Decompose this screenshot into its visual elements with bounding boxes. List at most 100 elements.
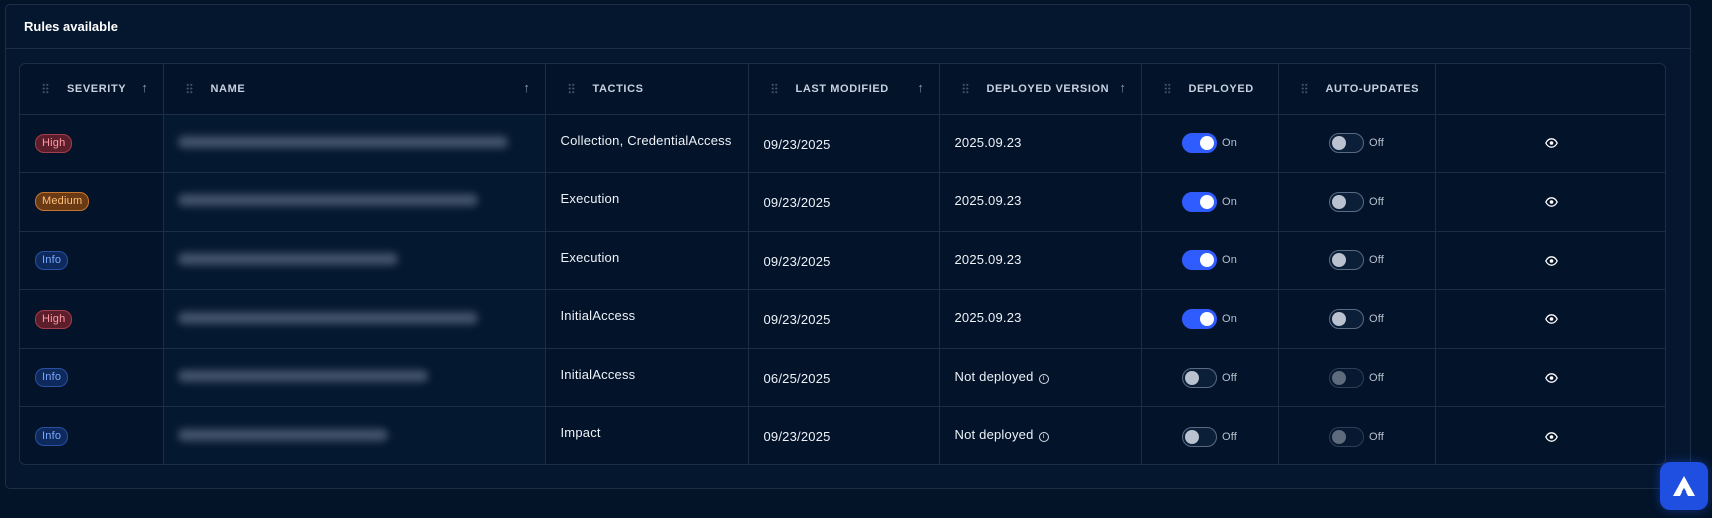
- redacted-rule-name[interactable]: [177, 370, 428, 383]
- table-row[interactable]: Medium Execution 09/23/2025 2025.09.23 O…: [20, 172, 1665, 232]
- sort-arrow-icon[interactable]: ↑: [1119, 80, 1126, 95]
- auto-updates-toggle[interactable]: [1328, 309, 1364, 330]
- deployed-version-cell: 2025.09.23: [939, 289, 1142, 349]
- auto-updates-toggle-label: Off: [1368, 371, 1385, 384]
- deployed-toggle-label: On: [1221, 313, 1238, 326]
- column-header-last-modified[interactable]: LAST MODIFIED ↑: [748, 64, 940, 115]
- toggle-knob: [1199, 194, 1214, 209]
- tactics-cell: InitialAccess: [545, 289, 749, 349]
- rules-table: SEVERITY ↑ NAME ↑ TACTICS LAST MODIFIED …: [19, 63, 1666, 465]
- deployed-cell: On: [1141, 231, 1279, 291]
- info-circle-icon[interactable]: i: [1038, 432, 1049, 443]
- severity-cell: Info: [20, 231, 164, 291]
- last-modified-cell: 09/23/2025: [748, 114, 940, 174]
- column-header-severity[interactable]: SEVERITY ↑: [20, 64, 164, 115]
- column-header-deployed-version[interactable]: DEPLOYED VERSION ↑: [939, 64, 1142, 115]
- toggle-knob: [1331, 253, 1346, 268]
- column-header-deployed[interactable]: DEPLOYED: [1141, 64, 1279, 115]
- column-label: SEVERITY: [67, 82, 127, 95]
- eye-icon[interactable]: [1544, 430, 1558, 445]
- table-row[interactable]: High InitialAccess 09/23/2025 2025.09.23…: [20, 289, 1665, 349]
- deployed-version-cell: 2025.09.23: [939, 172, 1142, 232]
- drag-handle-icon[interactable]: [961, 83, 969, 94]
- drag-handle-icon[interactable]: [1300, 83, 1308, 94]
- panel-header: Rules available: [6, 5, 1690, 49]
- name-cell[interactable]: [163, 172, 546, 232]
- toggle-knob: [1331, 429, 1346, 444]
- auto-updates-toggle-label: Off: [1368, 430, 1385, 443]
- table-row[interactable]: Info Impact 09/23/2025 Not deployed i Off…: [20, 406, 1665, 464]
- actions-cell: [1435, 348, 1665, 408]
- deployed-version-cell: 2025.09.23: [939, 231, 1142, 291]
- table-row[interactable]: Info Execution 09/23/2025 2025.09.23 On …: [20, 231, 1665, 291]
- name-cell[interactable]: [163, 348, 546, 408]
- auto-updates-cell: Off: [1278, 348, 1436, 408]
- deployed-toggle[interactable]: [1181, 133, 1217, 154]
- deployed-toggle[interactable]: [1181, 367, 1217, 388]
- column-header-name[interactable]: NAME ↑: [163, 64, 546, 115]
- drag-handle-icon[interactable]: [567, 83, 575, 94]
- deployed-toggle[interactable]: [1181, 191, 1217, 212]
- sort-arrow-icon[interactable]: ↑: [523, 80, 530, 95]
- name-cell[interactable]: [163, 289, 546, 349]
- deployed-cell: On: [1141, 172, 1279, 232]
- info-circle-icon[interactable]: i: [1038, 373, 1049, 384]
- auto-updates-toggle: [1328, 426, 1364, 447]
- column-header-actions: [1435, 64, 1665, 115]
- drag-handle-icon[interactable]: [42, 83, 49, 94]
- deployed-version-cell: Not deployed i: [939, 348, 1142, 408]
- tactics-cell: Execution: [545, 172, 749, 232]
- deployed-toggle[interactable]: [1181, 426, 1217, 447]
- tactics-cell: Collection, CredentialAccess: [545, 114, 749, 174]
- eye-icon[interactable]: [1544, 195, 1558, 210]
- eye-icon[interactable]: [1544, 312, 1558, 327]
- drag-handle-icon[interactable]: [770, 83, 778, 94]
- auto-updates-cell: Off: [1278, 172, 1436, 232]
- sort-arrow-icon[interactable]: ↑: [917, 80, 924, 95]
- deployed-cell: Off: [1141, 406, 1279, 464]
- deployed-version-text: 2025.09.23: [954, 193, 1022, 209]
- column-header-tactics[interactable]: TACTICS: [545, 64, 749, 115]
- drag-handle-icon[interactable]: [185, 83, 193, 94]
- deployed-toggle-label: On: [1221, 254, 1238, 267]
- severity-cell: Medium: [20, 172, 164, 232]
- eye-icon[interactable]: [1544, 371, 1558, 386]
- deployed-toggle-label: On: [1221, 137, 1238, 150]
- table-row[interactable]: Info InitialAccess 06/25/2025 Not deploy…: [20, 348, 1665, 408]
- last-modified-text: 09/23/2025: [763, 312, 831, 328]
- column-header-auto-updates[interactable]: AUTO-UPDATES: [1278, 64, 1436, 115]
- auto-updates-toggle: [1328, 367, 1364, 388]
- name-cell[interactable]: [163, 114, 546, 174]
- severity-badge: Info: [35, 250, 69, 270]
- name-cell[interactable]: [163, 231, 546, 291]
- severity-badge: Medium: [35, 192, 90, 212]
- name-cell[interactable]: [163, 406, 546, 464]
- deployed-toggle[interactable]: [1181, 250, 1217, 271]
- redacted-rule-name[interactable]: [177, 252, 398, 265]
- tactics-text: InitialAccess: [560, 366, 636, 382]
- auto-updates-cell: Off: [1278, 289, 1436, 349]
- column-label: TACTICS: [592, 82, 644, 95]
- tactics-text: Execution: [560, 191, 620, 207]
- redacted-rule-name[interactable]: [177, 429, 388, 442]
- brand-logo-icon[interactable]: [1660, 462, 1708, 510]
- deployed-version-cell: Not deployed i: [939, 406, 1142, 464]
- eye-icon[interactable]: [1544, 254, 1558, 269]
- redacted-rule-name[interactable]: [177, 194, 478, 207]
- actions-cell: [1435, 407, 1665, 464]
- table-row[interactable]: High Collection, CredentialAccess 09/23/…: [20, 114, 1665, 174]
- eye-icon[interactable]: [1544, 136, 1558, 151]
- tactics-text: Collection, CredentialAccess: [560, 132, 732, 148]
- tactics-text: InitialAccess: [560, 308, 636, 324]
- redacted-rule-name[interactable]: [177, 135, 508, 148]
- auto-updates-toggle[interactable]: [1328, 191, 1364, 212]
- sort-arrow-icon[interactable]: ↑: [141, 80, 148, 95]
- auto-updates-toggle[interactable]: [1328, 133, 1364, 154]
- redacted-rule-name[interactable]: [177, 311, 478, 324]
- actions-cell: [1435, 231, 1665, 291]
- deployed-cell: On: [1141, 114, 1279, 174]
- severity-badge: High: [35, 309, 73, 329]
- drag-handle-icon[interactable]: [1163, 83, 1171, 94]
- auto-updates-toggle[interactable]: [1328, 250, 1364, 271]
- deployed-toggle[interactable]: [1181, 309, 1217, 330]
